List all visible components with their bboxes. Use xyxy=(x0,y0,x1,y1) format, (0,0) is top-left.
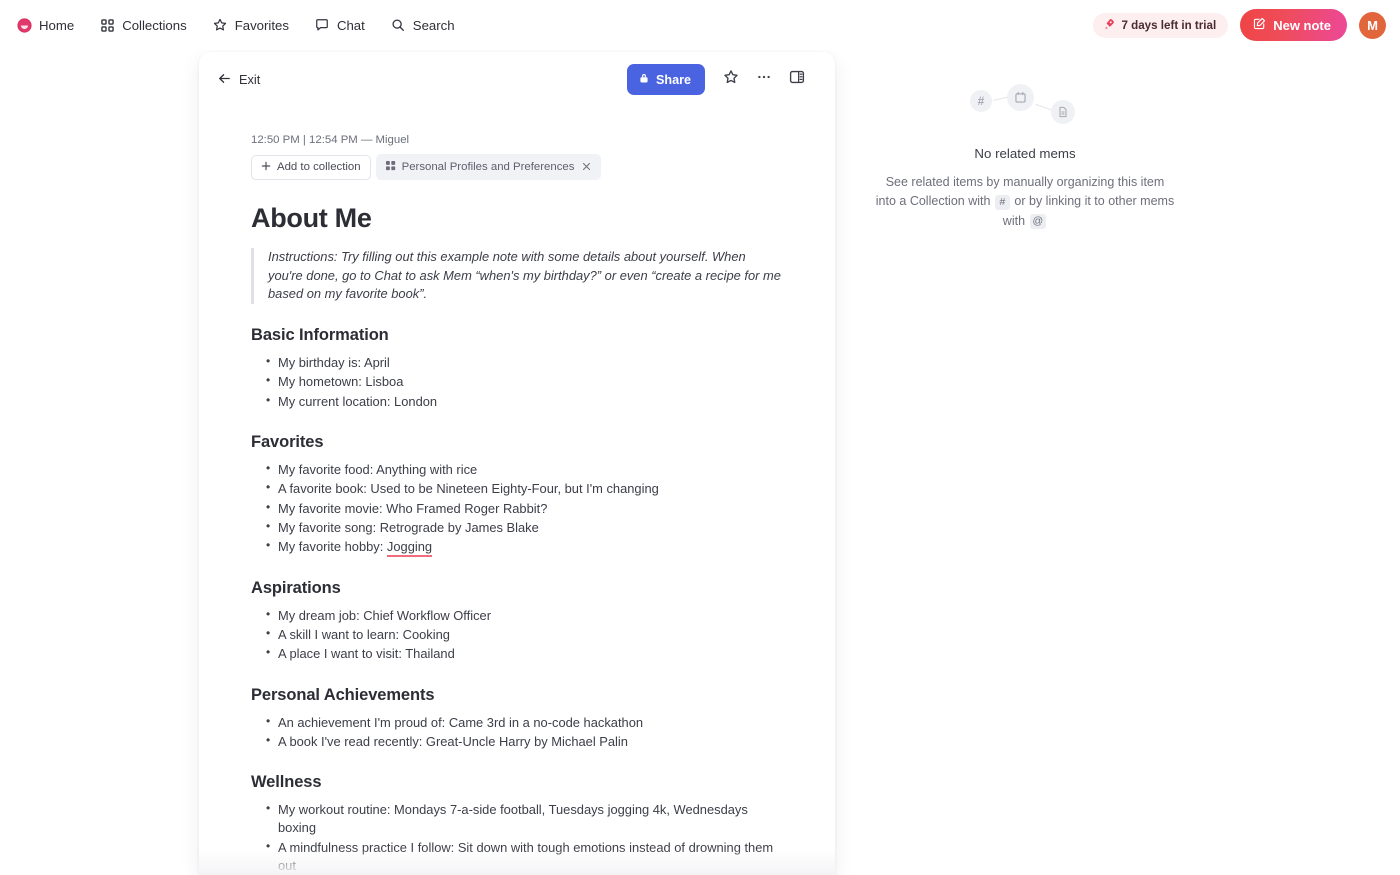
nav-item-favorites-label: Favorites xyxy=(234,17,289,33)
list-item: A book I've read recently: Great-Uncle H… xyxy=(266,732,783,751)
section-heading-personal-achievements: Personal Achievements xyxy=(251,685,435,704)
more-options-button[interactable] xyxy=(749,65,779,95)
list-item-hobby: My favorite hobby: Jogging xyxy=(266,537,783,558)
favorite-star-button[interactable] xyxy=(716,65,746,95)
arrow-left-icon xyxy=(217,71,232,89)
nav-item-chat-label: Chat xyxy=(336,17,365,33)
new-note-button[interactable]: New note xyxy=(1240,9,1347,41)
add-to-collection-label: Add to collection xyxy=(277,161,361,173)
list-item: My workout routine: Mondays 7-a-side foo… xyxy=(266,800,783,838)
list-item: My favorite song: Retrograde by James Bl… xyxy=(266,518,783,537)
note-card: Exit Share 12:50 PM | 12:54 PM — Miguel … xyxy=(199,52,835,875)
list-item: A mindfulness practice I follow: Sit dow… xyxy=(266,838,783,875)
note-body: 12:50 PM | 12:54 PM — Miguel Add to coll… xyxy=(199,107,835,875)
note-toolbar: Exit Share xyxy=(199,52,835,107)
nav-item-favorites[interactable]: Favorites xyxy=(213,18,289,33)
pencil-square-icon xyxy=(1253,17,1266,33)
plus-icon xyxy=(261,161,271,174)
exit-label: Exit xyxy=(239,72,261,87)
hobby-prefix: My favorite hobby: xyxy=(278,539,387,555)
collection-chip-label: Personal Profiles and Preferences xyxy=(401,161,575,173)
nav-actions: 7 days left in trial New note M xyxy=(1093,9,1400,41)
chat-bubble-icon xyxy=(315,18,330,33)
side-panel-icon xyxy=(789,69,805,90)
list-item: My current location: London xyxy=(266,392,783,411)
document-icon xyxy=(1051,100,1075,124)
section-heading-aspirations: Aspirations xyxy=(251,578,341,597)
note-collection-chips: Add to collection Personal Profiles and … xyxy=(251,154,783,180)
section-list-basic-information: My birthday is: April My hometown: Lisbo… xyxy=(251,353,783,411)
user-avatar[interactable]: M xyxy=(1359,11,1386,39)
at-key-badge: @ xyxy=(1029,213,1047,229)
calendar-icon xyxy=(1007,84,1034,111)
list-item: My favorite movie: Who Framed Roger Rabb… xyxy=(266,499,783,518)
section-heading-wellness: Wellness xyxy=(251,773,322,792)
share-label: Share xyxy=(655,72,691,87)
grid-icon xyxy=(385,160,396,174)
nav-item-search[interactable]: Search xyxy=(391,18,455,33)
related-mems-title: No related mems xyxy=(974,146,1076,161)
section-list-wellness: My workout routine: Mondays 7-a-side foo… xyxy=(251,800,783,875)
instructions-blockquote: Instructions: Try filling out this examp… xyxy=(251,248,783,305)
note-toolbar-actions: Share xyxy=(626,64,812,95)
new-note-label: New note xyxy=(1273,17,1331,33)
trial-status-badge[interactable]: 7 days left in trial xyxy=(1093,12,1229,38)
top-navigation-bar: Home Collections Favorites Chat Search 7… xyxy=(0,0,1400,50)
list-item: My favorite food: Anything with rice xyxy=(266,460,783,479)
section-heading-favorites: Favorites xyxy=(251,433,324,452)
ellipsis-icon xyxy=(756,69,772,90)
note-timestamp-author: 12:50 PM | 12:54 PM — Miguel xyxy=(251,134,410,146)
section-list-favorites: My favorite food: Anything with rice A f… xyxy=(251,460,783,558)
page-title: About Me xyxy=(251,203,372,233)
related-empty-illustration: # xyxy=(860,80,1190,128)
star-icon xyxy=(213,18,228,33)
list-item: An achievement I'm proud of: Came 3rd in… xyxy=(266,713,783,732)
trial-status-label: 7 days left in trial xyxy=(1121,18,1217,32)
nav-item-collections[interactable]: Collections xyxy=(100,18,187,33)
grid-icon xyxy=(100,18,115,33)
exit-button[interactable]: Exit xyxy=(217,71,260,89)
nav-links: Home Collections Favorites Chat Search xyxy=(0,18,455,33)
lock-icon xyxy=(638,72,650,87)
rocket-icon xyxy=(1103,18,1115,33)
hash-key-badge: # xyxy=(994,194,1010,210)
avatar-initial: M xyxy=(1367,17,1378,33)
search-icon xyxy=(391,18,406,33)
section-list-aspirations: My dream job: Chief Workflow Officer A s… xyxy=(251,606,783,664)
home-logo-icon xyxy=(17,17,32,33)
spellcheck-flagged-word: Jogging xyxy=(386,539,433,558)
related-mems-description: See related items by manually organizing… xyxy=(875,173,1175,231)
share-button[interactable]: Share xyxy=(626,64,705,95)
add-to-collection-chip[interactable]: Add to collection xyxy=(251,154,371,180)
list-item: A skill I want to learn: Cooking xyxy=(266,625,783,644)
toggle-side-panel-button[interactable] xyxy=(782,65,812,95)
hash-icon: # xyxy=(970,90,992,112)
section-list-personal-achievements: An achievement I'm proud of: Came 3rd in… xyxy=(251,713,783,752)
collection-chip[interactable]: Personal Profiles and Preferences xyxy=(375,154,602,180)
list-item: My hometown: Lisboa xyxy=(266,372,783,391)
nav-item-home[interactable]: Home xyxy=(17,18,74,33)
nav-item-collections-label: Collections xyxy=(122,17,187,33)
remove-collection-icon[interactable] xyxy=(582,160,591,174)
instructions-text: Instructions: Try filling out this examp… xyxy=(268,249,781,302)
related-mems-panel: # No related mems See related items by m… xyxy=(860,80,1190,231)
star-icon xyxy=(723,69,739,90)
nav-item-chat[interactable]: Chat xyxy=(315,18,365,33)
list-item: My birthday is: April xyxy=(266,353,783,372)
related-desc-part2: or by linking it to other mems with xyxy=(1002,194,1175,228)
list-item: A favorite book: Used to be Nineteen Eig… xyxy=(266,479,783,498)
nav-item-home-label: Home xyxy=(39,17,75,33)
section-heading-basic-information: Basic Information xyxy=(251,326,389,345)
nav-item-search-label: Search xyxy=(412,17,455,33)
list-item: My dream job: Chief Workflow Officer xyxy=(266,606,783,625)
list-item: A place I want to visit: Thailand xyxy=(266,644,783,663)
